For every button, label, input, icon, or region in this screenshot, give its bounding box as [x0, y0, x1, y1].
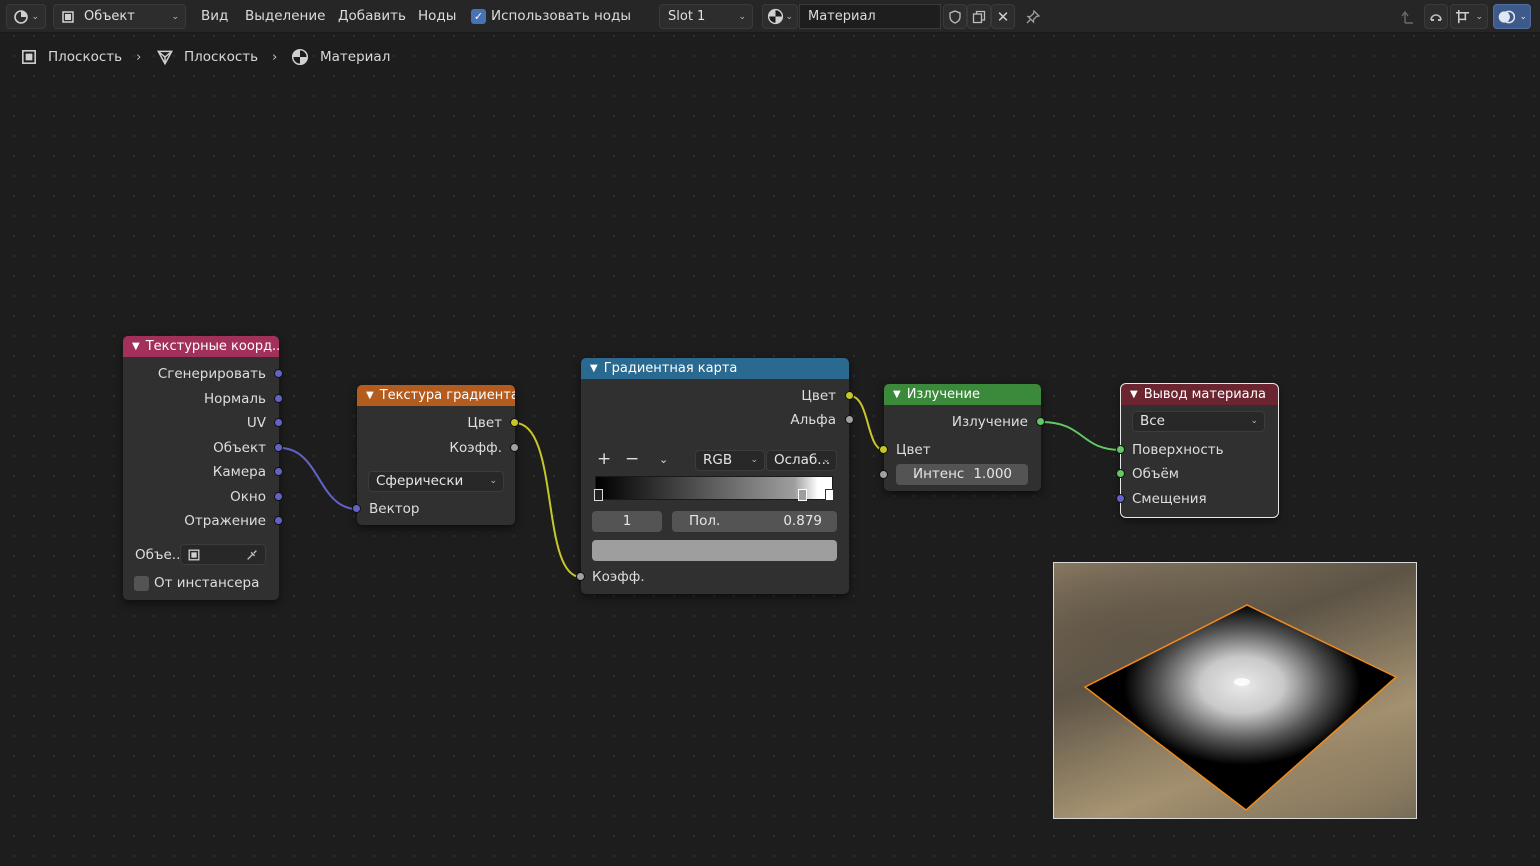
output-label: Цвет: [801, 388, 836, 404]
input-label: Коэфф.: [592, 569, 645, 585]
node-title: Текстура градиента: [379, 388, 515, 403]
strength-label: Интенс: [913, 466, 965, 482]
active-stop-index: 1: [622, 513, 632, 529]
from-instancer-label: От инстансера: [154, 575, 260, 591]
input-socket-displacement[interactable]: [1116, 494, 1125, 503]
output-label: UV: [246, 415, 266, 431]
collapse-chevron-icon[interactable]: ▼: [1130, 389, 1138, 400]
color-mode-value: RGB: [703, 452, 733, 468]
ramp-stop-black[interactable]: [594, 489, 603, 501]
node-title: Текстурные коорд...: [145, 339, 279, 354]
output-label: Объект: [213, 440, 266, 456]
node-header[interactable]: ▼ Текстура градиента: [357, 385, 515, 406]
input-label: Вектор: [369, 501, 420, 517]
input-socket-fac[interactable]: [576, 572, 585, 581]
chevron-down-icon: ⌄: [822, 455, 830, 465]
stop-position-field[interactable]: Пол. 0.879: [672, 511, 837, 532]
chevron-down-icon: ⌄: [750, 455, 758, 465]
remove-stop-button[interactable]: −: [625, 450, 639, 468]
color-mode-dropdown[interactable]: RGB ⌄: [695, 450, 765, 471]
input-socket-volume[interactable]: [1116, 469, 1125, 478]
output-label: Альфа: [790, 412, 836, 428]
node-header[interactable]: ▼ Вывод материала: [1121, 384, 1278, 405]
collapse-chevron-icon[interactable]: ▼: [366, 390, 374, 401]
link-emission-to-surface[interactable]: [1040, 421, 1122, 451]
strength-field[interactable]: Интенс 1.000: [896, 464, 1028, 485]
chevron-down-icon: ⌄: [1250, 416, 1258, 426]
add-stop-button[interactable]: +: [597, 450, 611, 468]
output-socket-color[interactable]: [845, 391, 854, 400]
gradient-type-dropdown[interactable]: Сферически ⌄: [368, 471, 504, 492]
output-socket-fac[interactable]: [510, 443, 519, 452]
render-target-dropdown[interactable]: Все ⌄: [1132, 411, 1265, 432]
input-label: Объём: [1132, 466, 1179, 482]
output-label: Коэфф.: [449, 440, 502, 456]
object-icon: [188, 549, 200, 561]
gradient-type-value: Сферически: [376, 473, 464, 489]
node-texture-coordinate[interactable]: ▼ Текстурные коорд... Сгенерировать Норм…: [123, 336, 283, 600]
from-instancer-toggle[interactable]: От инстансера: [134, 574, 259, 592]
node-title: Градиентная карта: [603, 361, 738, 376]
node-title: Излучение: [906, 387, 980, 402]
object-field-label: Объе...: [135, 547, 185, 563]
input-socket-surface[interactable]: [1116, 445, 1125, 454]
object-field[interactable]: [180, 544, 266, 565]
output-socket-generated[interactable]: [274, 369, 283, 378]
stop-position-value: 0.879: [783, 513, 822, 529]
link-gradient-color-to-fac[interactable]: [514, 422, 582, 578]
stop-color-swatch[interactable]: [592, 540, 837, 561]
output-socket-color[interactable]: [510, 418, 519, 427]
output-label: Камера: [212, 464, 266, 480]
output-label: Нормаль: [203, 391, 266, 407]
collapse-chevron-icon[interactable]: ▼: [893, 389, 901, 400]
output-socket-reflection[interactable]: [274, 516, 283, 525]
node-header[interactable]: ▼ Излучение: [884, 384, 1041, 405]
node-material-output[interactable]: ▼ Вывод материала Все ⌄ Поверхность Объё…: [1116, 383, 1279, 518]
output-socket-normal[interactable]: [274, 394, 283, 403]
node-color-ramp[interactable]: ▼ Градиентная карта Цвет Альфа + − ⌄ RGB…: [576, 358, 854, 594]
node-emission[interactable]: ▼ Излучение Излучение Цвет Интенс 1.000: [879, 384, 1045, 491]
checkbox-unchecked-icon[interactable]: [134, 575, 149, 591]
render-target-value: Все: [1140, 413, 1165, 429]
output-label: Отражение: [184, 513, 266, 529]
output-socket-camera[interactable]: [274, 467, 283, 476]
interpolation-dropdown[interactable]: Ослаб... ⌄: [766, 450, 837, 471]
output-socket-alpha[interactable]: [845, 415, 854, 424]
collapse-chevron-icon[interactable]: ▼: [132, 341, 140, 352]
strength-value: 1.000: [973, 466, 1012, 482]
ramp-stop-white[interactable]: [825, 489, 834, 501]
ramp-stop-active[interactable]: [798, 489, 807, 501]
input-socket-strength[interactable]: [879, 470, 888, 479]
ramp-menu-chevron-icon[interactable]: ⌄: [659, 451, 668, 469]
output-label: Окно: [230, 489, 266, 505]
node-header[interactable]: ▼ Текстурные коорд...: [123, 336, 279, 357]
output-label: Сгенерировать: [157, 366, 266, 382]
chevron-down-icon: ⌄: [489, 476, 497, 486]
node-title: Вывод материала: [1143, 387, 1266, 402]
input-label: Поверхность: [1132, 442, 1224, 458]
render-preview: [1053, 562, 1417, 819]
output-socket-object[interactable]: [274, 443, 283, 452]
input-label: Цвет: [896, 442, 931, 458]
input-socket-vector[interactable]: [352, 504, 361, 513]
output-label: Цвет: [467, 415, 502, 431]
output-socket-emission[interactable]: [1036, 417, 1045, 426]
input-socket-color[interactable]: [879, 445, 888, 454]
active-stop-index-field[interactable]: 1: [592, 511, 662, 532]
output-socket-window[interactable]: [274, 492, 283, 501]
node-header[interactable]: ▼ Градиентная карта: [581, 358, 849, 379]
output-label: Излучение: [951, 414, 1028, 430]
link-object-to-vector[interactable]: [279, 447, 358, 510]
eyedropper-icon[interactable]: [245, 548, 259, 562]
input-label: Смещения: [1132, 491, 1207, 507]
plane-preview-image: [1083, 604, 1398, 811]
collapse-chevron-icon[interactable]: ▼: [590, 363, 598, 374]
node-gradient-texture[interactable]: ▼ Текстура градиента Цвет Коэфф. Сфериче…: [352, 385, 519, 525]
output-socket-uv[interactable]: [274, 418, 283, 427]
link-ramp-color-to-emission[interactable]: [849, 395, 885, 451]
stop-position-label: Пол.: [689, 513, 721, 529]
